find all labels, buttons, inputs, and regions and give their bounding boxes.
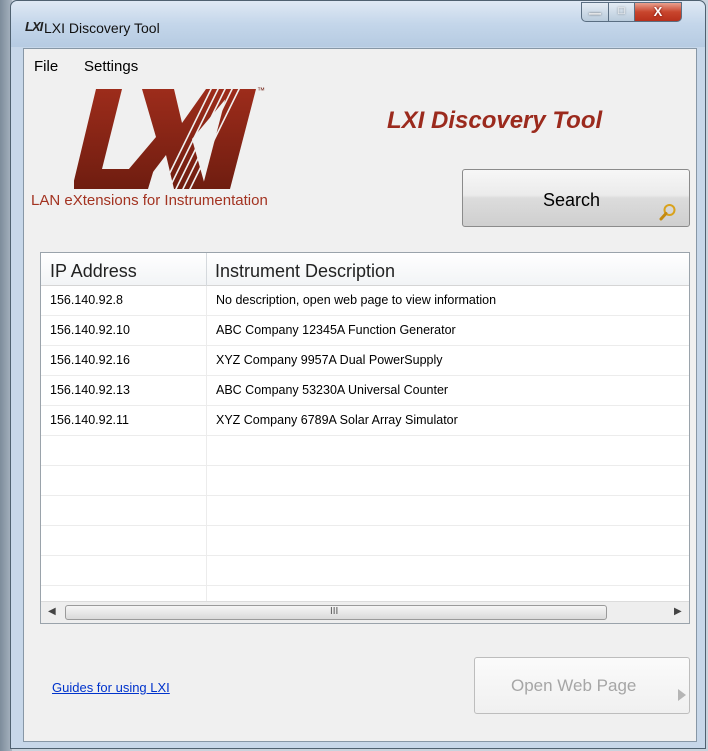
empty-row [41, 466, 689, 496]
menu-bar: File Settings [24, 49, 696, 75]
close-icon: X [653, 4, 663, 19]
cell-description: XYZ Company 9957A Dual PowerSupply [216, 353, 443, 367]
cell-ip: 156.140.92.10 [50, 323, 130, 337]
lxi-logo: ™ [74, 81, 265, 194]
title-bar[interactable]: LXI LXI Discovery Tool — □ X [11, 1, 705, 47]
table-row[interactable]: 156.140.92.8 No description, open web pa… [41, 286, 689, 316]
empty-row [41, 436, 689, 466]
empty-row [41, 556, 689, 586]
cell-ip: 156.140.92.8 [50, 293, 123, 307]
table-row[interactable]: 156.140.92.10 ABC Company 12345A Functio… [41, 316, 689, 346]
menu-settings[interactable]: Settings [84, 58, 138, 75]
cell-ip: 156.140.92.16 [50, 353, 130, 367]
cell-ip: 156.140.92.11 [50, 413, 130, 427]
horizontal-scrollbar[interactable]: ◀ III ▶ [41, 601, 689, 623]
column-header-ip[interactable]: IP Address [50, 261, 137, 282]
app-logo-icon: LXI [25, 19, 43, 34]
column-divider [206, 253, 207, 286]
column-gridline [206, 286, 207, 601]
empty-row [41, 526, 689, 556]
maximize-button[interactable]: □ [608, 2, 635, 22]
menu-file[interactable]: File [34, 58, 58, 75]
scrollbar-grip-icon: III [330, 606, 339, 617]
cell-description: XYZ Company 6789A Solar Array Simulator [216, 413, 458, 427]
scrollbar-thumb[interactable]: III [65, 605, 607, 620]
column-header-description[interactable]: Instrument Description [215, 261, 395, 282]
cell-ip: 156.140.92.13 [50, 383, 130, 397]
list-header: IP Address Instrument Description [41, 253, 689, 286]
scroll-left-icon[interactable]: ◀ [48, 606, 56, 617]
play-arrow-icon [678, 689, 686, 701]
logo-tagline: LAN eXtensions for Instrumentation [31, 192, 268, 209]
app-window: LXI LXI Discovery Tool — □ X File Settin… [10, 0, 706, 749]
instrument-list[interactable]: IP Address Instrument Description 156.14… [40, 252, 690, 624]
empty-row [41, 496, 689, 526]
scroll-right-icon[interactable]: ▶ [674, 606, 682, 617]
window-title: LXI Discovery Tool [44, 20, 160, 36]
search-button[interactable]: Search [462, 169, 690, 227]
svg-text:™: ™ [257, 86, 265, 95]
guides-link[interactable]: Guides for using LXI [52, 680, 170, 695]
close-button[interactable]: X [634, 2, 682, 22]
table-row[interactable]: 156.140.92.13 ABC Company 53230A Univers… [41, 376, 689, 406]
open-web-page-button[interactable]: Open Web Page [474, 657, 690, 714]
minimize-button[interactable]: — [581, 2, 609, 22]
table-row[interactable]: 156.140.92.16 XYZ Company 9957A Dual Pow… [41, 346, 689, 376]
maximize-icon: □ [618, 5, 625, 17]
client-area: File Settings ™ LAN eXtensions for Instr… [23, 48, 697, 742]
cell-description: ABC Company 12345A Function Generator [216, 323, 456, 337]
table-row[interactable]: 156.140.92.11 XYZ Company 6789A Solar Ar… [41, 406, 689, 436]
minimize-icon: — [589, 6, 601, 20]
search-button-label: Search [543, 190, 601, 210]
cell-description: ABC Company 53230A Universal Counter [216, 383, 449, 397]
cell-description: No description, open web page to view in… [216, 293, 497, 307]
app-heading: LXI Discovery Tool [387, 107, 603, 134]
open-web-page-label: Open Web Page [511, 676, 637, 695]
magnifier-icon [659, 204, 676, 221]
